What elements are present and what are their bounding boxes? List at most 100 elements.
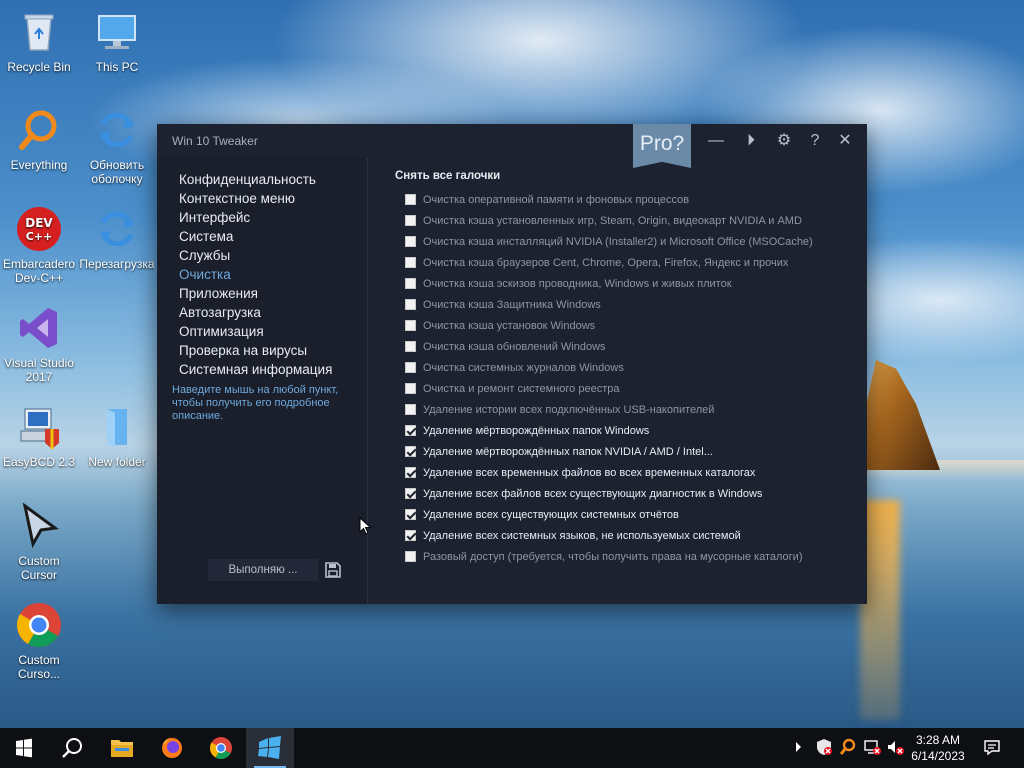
desktop-icon-label: Перезагрузка <box>79 257 155 271</box>
option-row[interactable]: Очистка кэша установок Windows <box>405 315 813 336</box>
file-explorer-icon[interactable] <box>98 728 146 768</box>
mouse-pointer-icon <box>359 516 373 535</box>
option-label: Очистка системных журналов Windows <box>423 361 624 374</box>
chevron-up-icon[interactable] <box>790 738 808 756</box>
taskbar-clock[interactable]: 3:28 AM 6/14/2023 <box>903 732 973 764</box>
search-icon[interactable] <box>48 728 96 768</box>
desktop-icon-label: Visual Studio 2017 <box>4 356 74 384</box>
checkbox[interactable] <box>405 404 416 415</box>
option-row[interactable]: Очистка системных журналов Windows <box>405 357 813 378</box>
desktop-icon-new-folder[interactable]: New folder <box>78 403 156 469</box>
desktop-icon-label: Обновить оболочку <box>89 158 145 186</box>
help-icon[interactable]: ? <box>804 130 826 152</box>
save-icon[interactable] <box>325 562 341 578</box>
computer-icon <box>93 8 141 56</box>
option-label: Удаление мёртворождённых папок Windows <box>423 424 650 437</box>
sidebar-item-context-menu[interactable]: Контекстное меню <box>179 189 332 208</box>
desktop-icon-devcpp[interactable]: DEV C++ Embarcadero Dev-C++ <box>0 205 78 285</box>
win10tweaker-icon[interactable] <box>246 728 294 768</box>
option-row[interactable]: Очистка оперативной памяти и фоновых про… <box>405 189 813 210</box>
checkbox[interactable] <box>405 194 416 205</box>
sidebar-item-system[interactable]: Система <box>179 227 332 246</box>
checkbox[interactable] <box>405 299 416 310</box>
checkbox[interactable] <box>405 425 416 436</box>
run-button[interactable]: Выполняю ... <box>208 559 318 581</box>
option-row[interactable]: Очистка и ремонт системного реестра <box>405 378 813 399</box>
desktop-icon-recycle-bin[interactable]: Recycle Bin <box>0 8 78 74</box>
sidebar-item-autostart[interactable]: Автозагрузка <box>179 303 332 322</box>
checkbox[interactable] <box>405 257 416 268</box>
checkbox[interactable] <box>405 278 416 289</box>
option-row[interactable]: Удаление истории всех подключённых USB-н… <box>405 399 813 420</box>
play-next-icon[interactable]: ⏵ <box>740 130 762 152</box>
checkbox[interactable] <box>405 236 416 247</box>
option-label: Очистка кэша браузеров Cent, Chrome, Ope… <box>423 256 789 269</box>
svg-text:DEV: DEV <box>25 216 53 230</box>
checkbox[interactable] <box>405 383 416 394</box>
checkbox[interactable] <box>405 362 416 373</box>
checkbox[interactable] <box>405 341 416 352</box>
titlebar[interactable]: Win 10 Tweaker Pro? — ⏵ ⚙ ? ✕ <box>157 124 867 168</box>
option-row[interactable]: Очистка кэша обновлений Windows <box>405 336 813 357</box>
option-row[interactable]: Очистка кэша Защитника Windows <box>405 294 813 315</box>
desktop-icon-refresh-shell[interactable]: Обновить оболочку <box>78 106 156 186</box>
minimize-icon[interactable]: — <box>705 130 727 152</box>
sidebar-item-privacy[interactable]: Конфиденциальность <box>179 170 332 189</box>
desktop-icon-everything[interactable]: Everything <box>0 106 78 172</box>
option-row[interactable]: Удаление мёртворождённых папок NVIDIA / … <box>405 441 813 462</box>
notification-icon[interactable] <box>983 738 1001 756</box>
desktop-icon-this-pc[interactable]: This PC <box>78 8 156 74</box>
cursor-arrow-icon <box>15 502 63 550</box>
desktop-icon-visual-studio[interactable]: Visual Studio 2017 <box>0 304 78 384</box>
network-icon[interactable] <box>863 738 881 756</box>
close-icon[interactable]: ✕ <box>834 130 856 152</box>
desktop-icon-custom-cursor[interactable]: Custom Cursor <box>0 502 78 582</box>
firefox-icon[interactable] <box>148 728 196 768</box>
option-row[interactable]: Удаление всех системных языков, не испол… <box>405 525 813 546</box>
option-row[interactable]: Разовый доступ (требуется, чтобы получит… <box>405 546 813 567</box>
desktop-icon-label: New folder <box>88 455 146 469</box>
chrome-icon[interactable] <box>197 728 245 768</box>
sidebar-item-apps[interactable]: Приложения <box>179 284 332 303</box>
sidebar-item-optimization[interactable]: Оптимизация <box>179 322 332 341</box>
magnifier-icon <box>15 106 63 154</box>
checkbox[interactable] <box>405 467 416 478</box>
everything-icon[interactable] <box>839 738 857 756</box>
desktop-icon-restart[interactable]: Перезагрузка <box>78 205 156 271</box>
desktop-icon-custom-cursor-chrome[interactable]: Custom Curso... <box>0 601 78 681</box>
sidebar-item-cleanup[interactable]: Очистка <box>179 265 332 284</box>
sidebar-item-system-info[interactable]: Системная информация <box>179 360 332 379</box>
checkbox[interactable] <box>405 509 416 520</box>
chrome-icon <box>15 601 63 649</box>
option-row[interactable]: Очистка кэша установленных игр, Steam, O… <box>405 210 813 231</box>
checkbox[interactable] <box>405 551 416 562</box>
option-row[interactable]: Удаление всех файлов всех существующих д… <box>405 483 813 504</box>
refresh-icon <box>93 205 141 253</box>
option-row[interactable]: Удаление мёртворождённых папок Windows <box>405 420 813 441</box>
option-label: Удаление всех системных языков, не испол… <box>423 529 741 542</box>
desktop-icon-easybcd[interactable]: EasyBCD 2.3 <box>0 403 78 469</box>
checkbox[interactable] <box>405 320 416 331</box>
sidebar-item-services[interactable]: Службы <box>179 246 332 265</box>
option-row[interactable]: Удаление всех существующих системных отч… <box>405 504 813 525</box>
option-row[interactable]: Очистка кэша инсталляций NVIDIA (Install… <box>405 231 813 252</box>
checkbox[interactable] <box>405 488 416 499</box>
start-icon[interactable] <box>0 728 48 768</box>
security-icon[interactable] <box>815 738 833 756</box>
checkbox[interactable] <box>405 530 416 541</box>
checkbox[interactable] <box>405 215 416 226</box>
option-row[interactable]: Очистка кэша эскизов проводника, Windows… <box>405 273 813 294</box>
option-label: Очистка кэша Защитника Windows <box>423 298 601 311</box>
gear-icon[interactable]: ⚙ <box>773 130 795 152</box>
desktop-icon-label: Everything <box>10 158 68 172</box>
sidebar-item-virus-check[interactable]: Проверка на вирусы <box>179 341 332 360</box>
option-label: Очистка кэша обновлений Windows <box>423 340 606 353</box>
sidebar-item-interface[interactable]: Интерфейс <box>179 208 332 227</box>
volume-icon[interactable] <box>886 738 904 756</box>
option-row[interactable]: Очистка кэша браузеров Cent, Chrome, Ope… <box>405 252 813 273</box>
option-label: Очистка кэша установок Windows <box>423 319 596 332</box>
checkbox[interactable] <box>405 446 416 457</box>
uncheck-all-link[interactable]: Снять все галочки <box>395 170 500 182</box>
option-label: Очистка кэша эскизов проводника, Windows… <box>423 277 732 290</box>
option-row[interactable]: Удаление всех временных файлов во всех в… <box>405 462 813 483</box>
